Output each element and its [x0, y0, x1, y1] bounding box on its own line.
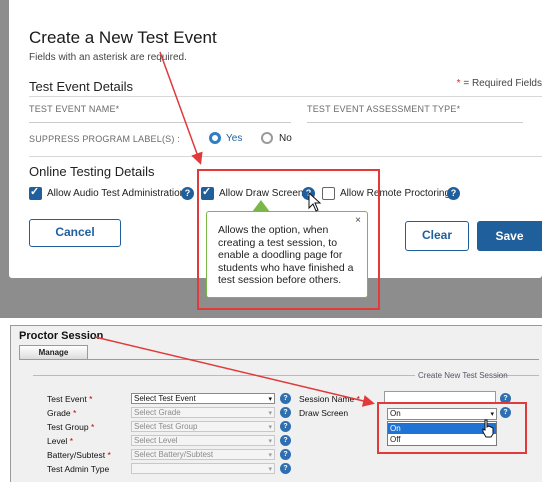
- suppress-label: SUPPRESS PROGRAM LABEL(S) :: [29, 134, 180, 144]
- admin-type-help-icon[interactable]: ?: [280, 463, 291, 474]
- test-group-help-icon[interactable]: ?: [280, 421, 291, 432]
- required-star: *: [69, 436, 74, 446]
- hand-pointer-icon: [482, 419, 494, 438]
- test-group-label-text: Test Group: [47, 422, 89, 432]
- level-label: Level *: [47, 436, 73, 446]
- save-button[interactable]: Save: [477, 221, 542, 251]
- cancel-button[interactable]: Cancel: [29, 219, 121, 247]
- test-event-label: Test Event *: [47, 394, 92, 404]
- audio-admin-checkbox[interactable]: [29, 185, 42, 200]
- required-star: *: [89, 394, 93, 404]
- test-event-value: Select Test Event: [134, 394, 196, 403]
- test-event-details-heading: Test Event Details: [29, 79, 134, 94]
- session-name-label: Session Name *: [299, 394, 360, 404]
- clear-button[interactable]: Clear: [405, 221, 469, 251]
- highlight-box-2: [377, 402, 527, 454]
- test-event-select[interactable]: Select Test Event ▾: [131, 393, 275, 404]
- grade-value: Select Grade: [134, 408, 181, 417]
- tab-divider: [19, 359, 539, 360]
- tab-manage[interactable]: Manage: [19, 345, 88, 359]
- required-star: *: [107, 450, 111, 460]
- test-event-name-input[interactable]: [29, 122, 291, 123]
- battery-label: Battery/Subtest *: [47, 450, 111, 460]
- create-test-event-panel: Create a New Test Event Fields with an a…: [0, 0, 542, 318]
- highlight-box: [197, 169, 380, 310]
- suppress-no-radio[interactable]: [261, 132, 273, 144]
- suppress-no-label: No: [279, 133, 292, 144]
- test-group-label: Test Group *: [47, 422, 94, 432]
- chevron-down-icon: ▾: [268, 466, 272, 473]
- grade-help-icon[interactable]: ?: [280, 407, 291, 418]
- admin-type-label: Test Admin Type: [47, 464, 110, 474]
- chevron-down-icon: ▾: [268, 452, 272, 459]
- test-group-select[interactable]: Select Test Group ▾: [131, 421, 275, 432]
- online-testing-heading: Online Testing Details: [29, 164, 155, 179]
- grade-label: Grade *: [47, 408, 76, 418]
- test-event-help-icon[interactable]: ?: [280, 393, 291, 404]
- suppress-yes-radio[interactable]: [209, 132, 221, 144]
- chevron-down-icon: ▾: [268, 424, 272, 431]
- battery-label-text: Battery/Subtest: [47, 450, 106, 460]
- required-fields-note: * = Required Fields: [457, 78, 542, 89]
- fieldset-border: [33, 375, 415, 376]
- grade-select[interactable]: Select Grade ▾: [131, 407, 275, 418]
- assessment-type-label: TEST EVENT ASSESSMENT TYPE*: [307, 104, 461, 114]
- battery-help-icon[interactable]: ?: [280, 449, 291, 460]
- required-star: *: [356, 394, 360, 404]
- remote-proctoring-help-icon[interactable]: ?: [447, 187, 460, 200]
- session-name-label-text: Session Name: [299, 394, 355, 404]
- dialog-subtitle: Fields with an asterisk are required.: [29, 52, 187, 63]
- section-divider-2: [29, 156, 542, 157]
- mouse-pointer-icon: [308, 192, 322, 212]
- test-group-value: Select Test Group: [134, 422, 198, 431]
- required-star: *: [90, 422, 95, 432]
- level-value: Select Level: [134, 436, 178, 445]
- help-icon[interactable]: ?: [181, 187, 194, 200]
- test-event-label-text: Test Event: [47, 394, 87, 404]
- battery-select[interactable]: Select Battery/Subtest ▾: [131, 449, 275, 460]
- audio-admin-label: Allow Audio Test Administration: [47, 188, 186, 199]
- level-label-text: Level: [47, 436, 68, 446]
- section-divider: [29, 96, 542, 97]
- chevron-down-icon: ▾: [268, 396, 272, 403]
- proctor-session-panel: Proctor Session Manage Create New Test S…: [10, 325, 542, 482]
- assessment-type-select[interactable]: [307, 122, 523, 123]
- test-event-name-label: TEST EVENT NAME*: [29, 104, 120, 114]
- draw-screen-label: Draw Screen: [299, 408, 349, 418]
- chevron-down-icon: ▾: [268, 438, 272, 445]
- chevron-down-icon: ▾: [268, 410, 272, 417]
- required-fields-text: = Required Fields: [460, 78, 542, 89]
- suppress-yes-label: Yes: [226, 133, 243, 144]
- required-star: *: [73, 408, 77, 418]
- battery-value: Select Battery/Subtest: [134, 450, 214, 459]
- grade-label-text: Grade: [47, 408, 71, 418]
- create-session-legend: Create New Test Session: [418, 371, 508, 380]
- admin-type-select[interactable]: ▾: [131, 463, 275, 474]
- dialog-title: Create a New Test Event: [29, 28, 217, 47]
- proctor-session-title: Proctor Session: [19, 330, 104, 342]
- level-help-icon[interactable]: ?: [280, 435, 291, 446]
- level-select[interactable]: Select Level ▾: [131, 435, 275, 446]
